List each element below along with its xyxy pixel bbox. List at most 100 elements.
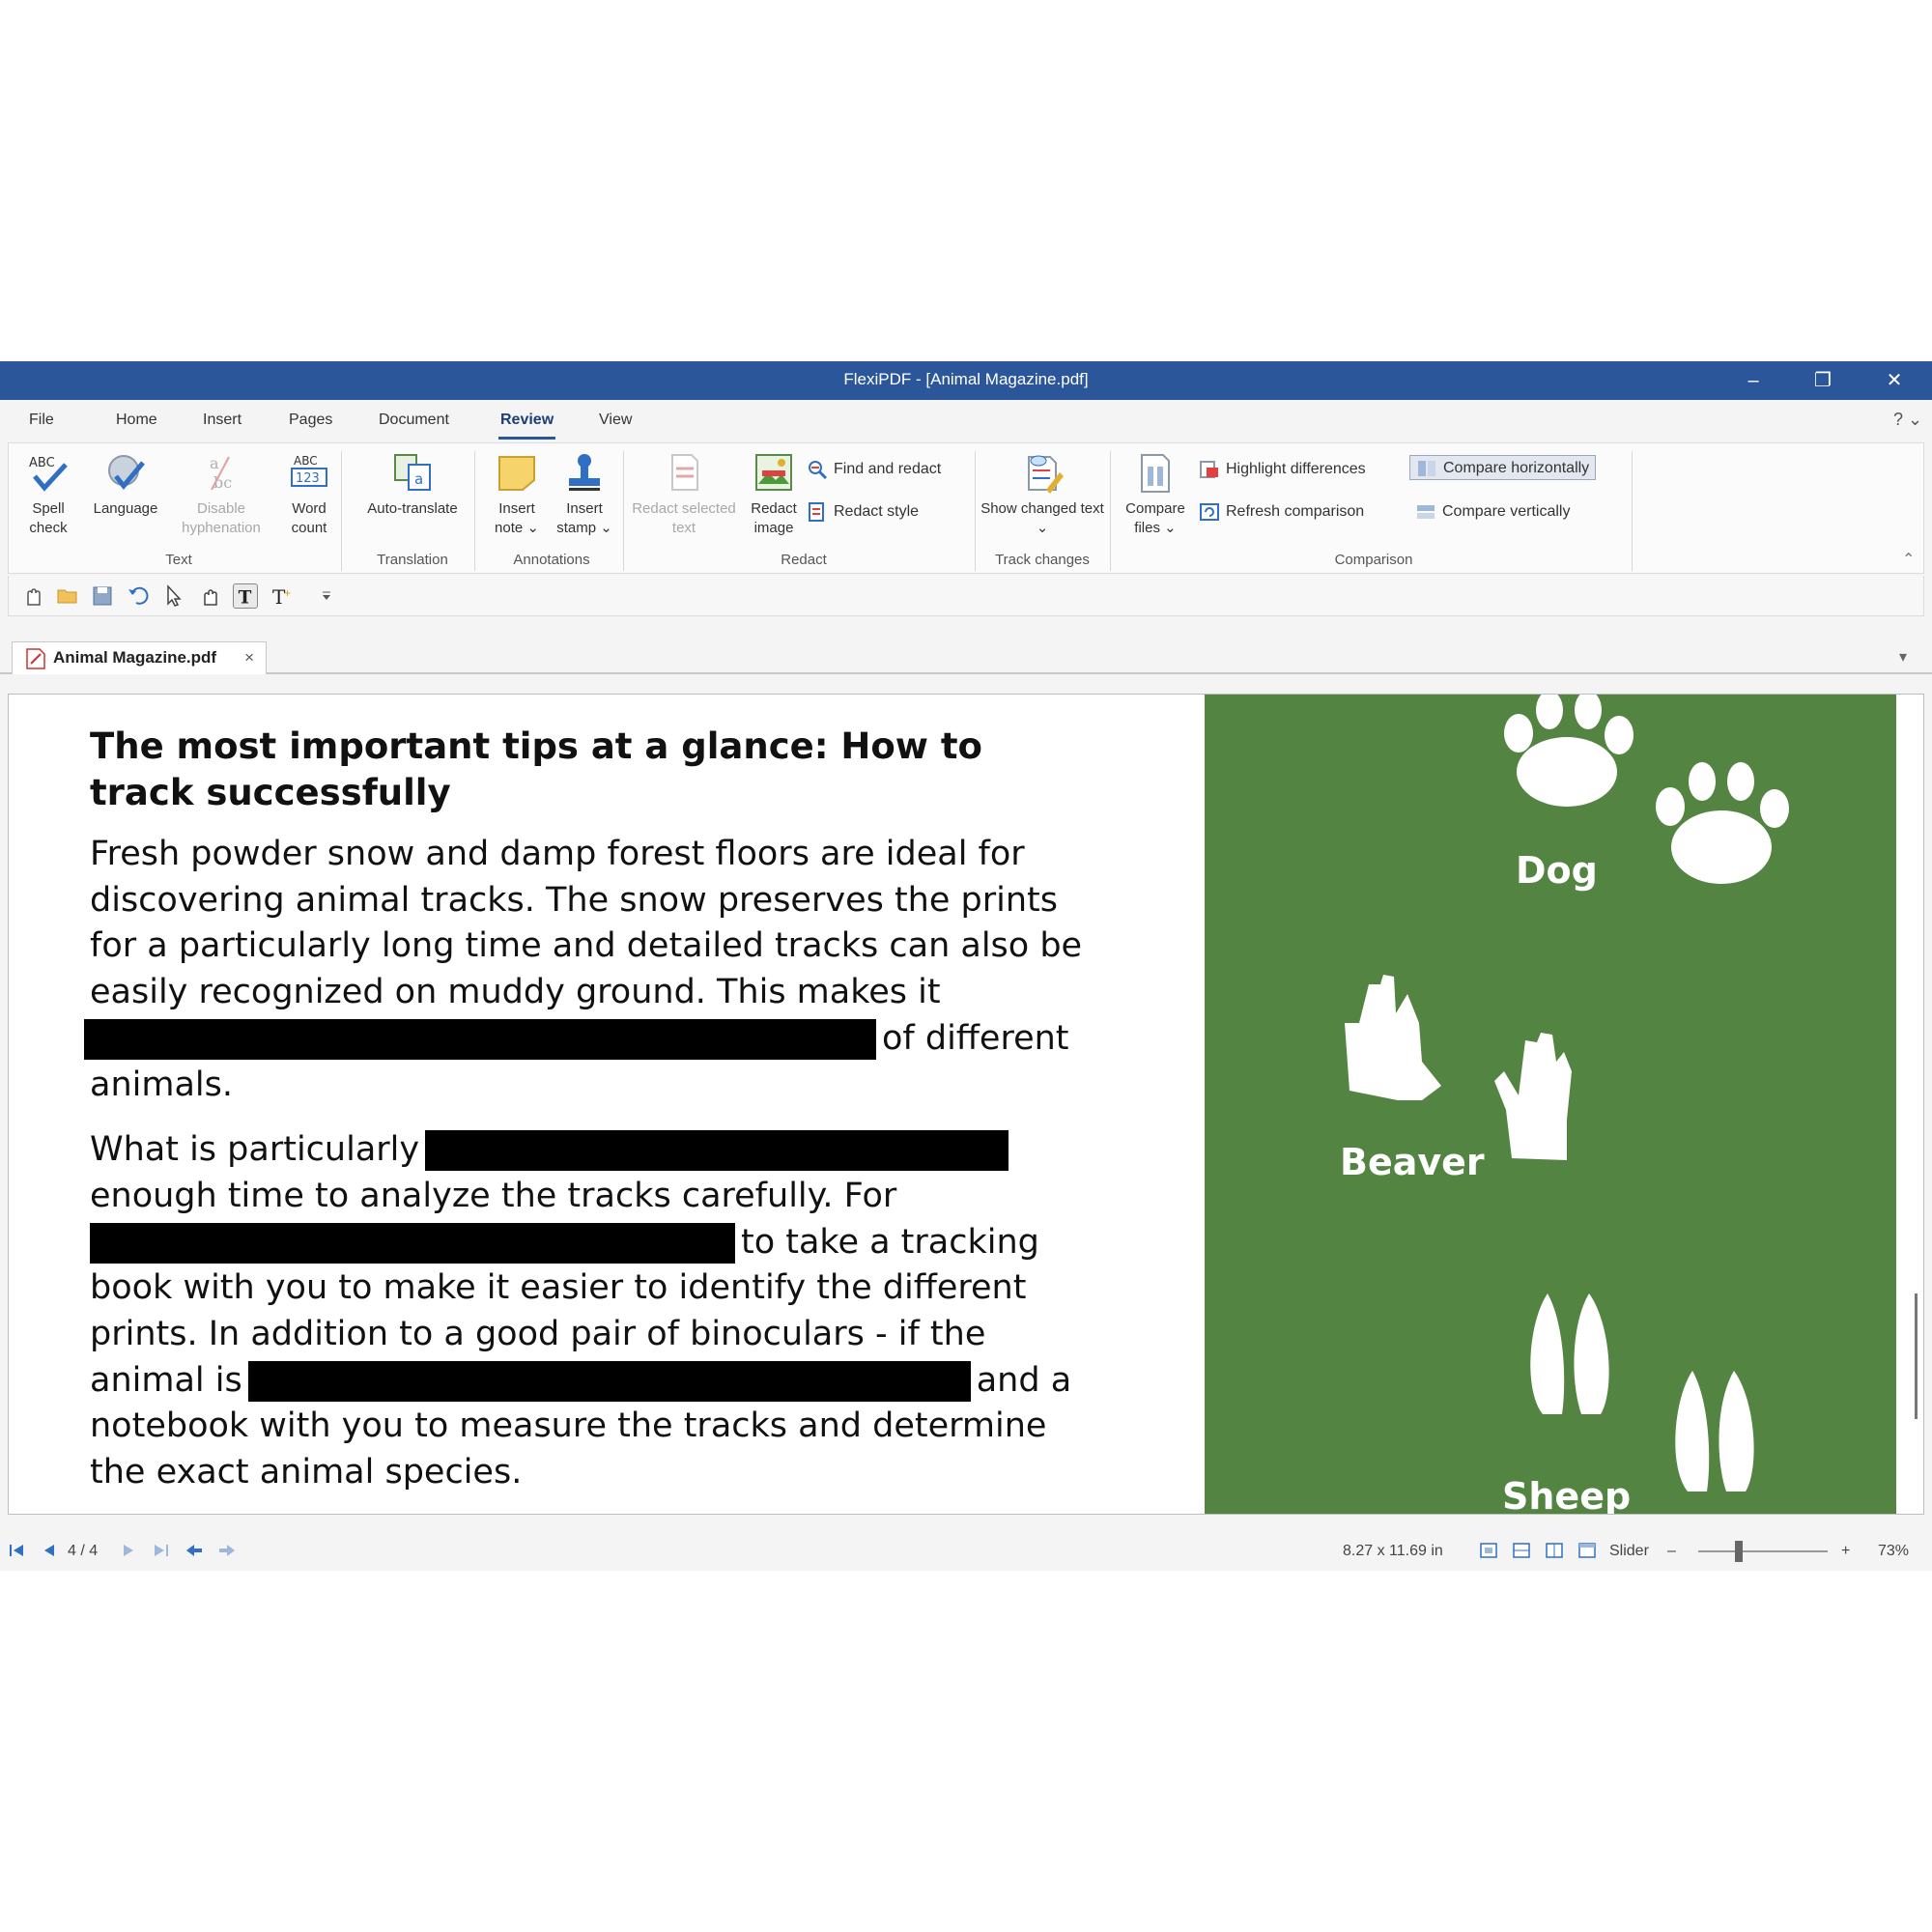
translate-icon: a — [394, 454, 431, 491]
tab-file[interactable]: File — [29, 412, 54, 429]
grab-hand-icon[interactable] — [198, 583, 223, 609]
close-button[interactable]: ✕ — [1861, 361, 1928, 400]
svg-text:+: + — [284, 586, 291, 600]
next-page-icon[interactable] — [118, 1540, 139, 1561]
text-edit-icon[interactable]: T — [233, 583, 258, 609]
redaction-bar — [84, 1018, 876, 1060]
group-separator — [1110, 451, 1111, 571]
first-page-icon[interactable] — [6, 1540, 27, 1561]
group-label-text: Text — [165, 552, 192, 568]
highlight-differences-button[interactable]: Highlight differences — [1199, 457, 1366, 482]
redact-image-icon — [755, 454, 792, 491]
hand-icon[interactable] — [20, 583, 45, 609]
previous-page-icon[interactable] — [39, 1540, 60, 1561]
compare-vertically-button[interactable]: Compare vertically — [1415, 499, 1570, 525]
tracks-drawing — [1345, 695, 1789, 1492]
save-icon[interactable] — [90, 583, 115, 609]
compare-files-button[interactable]: Compare files ⌄ — [1118, 451, 1193, 538]
svg-text:a: a — [210, 454, 219, 472]
language-button[interactable]: Language — [84, 451, 167, 519]
tab-overflow-icon[interactable]: ▾ — [1899, 647, 1907, 667]
tab-pages[interactable]: Pages — [289, 412, 332, 429]
customize-toolbar-icon[interactable] — [314, 583, 339, 609]
find-redact-icon — [809, 460, 828, 479]
ribbon-review: ABC Spell check Language a bc Disable hyp… — [8, 442, 1924, 574]
svg-text:a: a — [414, 470, 423, 488]
zoom-slider-thumb[interactable] — [1735, 1541, 1743, 1562]
document-tabs: Animal Magazine.pdf × ▾ — [0, 641, 1932, 674]
single-page-view-icon[interactable] — [1478, 1540, 1499, 1561]
zoom-mode-label[interactable]: Slider — [1609, 1543, 1649, 1560]
group-separator — [975, 451, 976, 571]
compare-files-icon — [1141, 454, 1170, 493]
scrollbar-thumb[interactable] — [1915, 1293, 1918, 1419]
word-count-icon: ABC 123 — [291, 454, 327, 487]
back-view-icon[interactable] — [184, 1540, 205, 1561]
beaver-label: Beaver — [1340, 1141, 1485, 1183]
zoom-out-button[interactable]: – — [1667, 1543, 1676, 1560]
redact-selected-text-button[interactable]: Redact selected text — [631, 451, 737, 538]
document-view[interactable]: The most important tips at a glance: How… — [8, 694, 1924, 1515]
paragraph-1: Fresh powder snow and damp forest floors… — [84, 832, 1094, 1108]
forward-view-icon[interactable] — [216, 1540, 238, 1561]
doc-tab-animal-magazine[interactable]: Animal Magazine.pdf × — [12, 641, 267, 674]
facing-view-icon[interactable] — [1544, 1540, 1565, 1561]
find-and-redact-button[interactable]: Find and redact — [807, 457, 941, 482]
group-separator — [1632, 451, 1633, 571]
spell-check-button[interactable]: ABC Spell check — [18, 451, 78, 538]
text-add-icon[interactable]: T+ — [270, 583, 295, 609]
zoom-slider-track[interactable] — [1698, 1550, 1828, 1552]
refresh-icon — [1200, 502, 1219, 521]
page-text-column: The most important tips at a glance: How… — [84, 724, 1094, 1514]
animal-tracks-illustration: Dog Beaver Sheep — [1205, 695, 1896, 1515]
insert-note-button[interactable]: Insert note ⌄ — [486, 451, 548, 538]
zoom-level: 73% — [1878, 1543, 1910, 1559]
show-changed-text-button[interactable]: Show changed text ⌄ — [980, 451, 1104, 538]
fit-width-view-icon[interactable] — [1577, 1540, 1598, 1561]
tab-insert[interactable]: Insert — [203, 412, 242, 429]
paragraph-2: What is particularly enough time to analy… — [90, 1130, 1072, 1492]
disable-hyphenation-button[interactable]: a bc Disable hyphenation — [167, 451, 275, 538]
insert-stamp-button[interactable]: Insert stamp ⌄ — [552, 451, 617, 538]
restore-button[interactable]: ❐ — [1789, 361, 1857, 400]
vertical-scrollbar[interactable] — [1906, 695, 1923, 1514]
page-size: 8.27 x 11.69 in — [1343, 1543, 1443, 1559]
redact-style-button[interactable]: Redact style — [807, 499, 919, 525]
minimize-button[interactable]: – — [1719, 361, 1787, 400]
select-cursor-icon[interactable] — [161, 583, 186, 609]
collapse-ribbon-icon[interactable]: ⌃ — [1902, 550, 1915, 569]
open-folder-icon[interactable] — [55, 583, 80, 609]
svg-text:ABC: ABC — [294, 454, 318, 468]
help-icon[interactable]: ? ⌄ — [1893, 410, 1922, 430]
tab-view[interactable]: View — [599, 412, 632, 429]
sheep-label: Sheep — [1502, 1475, 1632, 1515]
svg-text:ABC: ABC — [29, 456, 55, 470]
compare-horizontally-button[interactable]: Compare horizontally — [1409, 455, 1597, 480]
highlight-differences-icon — [1200, 460, 1218, 478]
status-bar: 4 / 4 8.27 x 11.69 in Slider – + 73% — [0, 1534, 1932, 1569]
word-count-button[interactable]: ABC 123 Word count — [279, 451, 339, 538]
redaction-bar — [247, 1360, 971, 1402]
continuous-view-icon[interactable] — [1511, 1540, 1532, 1561]
group-label-redact: Redact — [781, 552, 827, 568]
group-separator — [474, 451, 475, 571]
zoom-in-button[interactable]: + — [1841, 1543, 1850, 1560]
group-separator — [623, 451, 624, 571]
refresh-comparison-button[interactable]: Refresh comparison — [1199, 499, 1364, 525]
last-page-icon[interactable] — [151, 1540, 172, 1561]
undo-icon[interactable] — [125, 583, 150, 609]
pdf-file-icon — [26, 648, 45, 669]
redact-image-button[interactable]: Redact image — [739, 451, 809, 538]
tab-review[interactable]: Review — [497, 412, 556, 440]
svg-text:123: 123 — [296, 471, 320, 486]
quick-access-toolbar: T T + — [8, 576, 1924, 616]
title-bar: FlexiPDF - [Animal Magazine.pdf] – ❐ ✕ — [0, 361, 1932, 400]
auto-translate-button[interactable]: a Auto-translate — [349, 451, 476, 519]
close-tab-icon[interactable]: × — [244, 642, 254, 673]
group-label-translation: Translation — [377, 552, 448, 568]
redact-style-icon — [809, 501, 824, 522]
svg-text:T: T — [239, 587, 252, 608]
tab-home[interactable]: Home — [116, 412, 157, 429]
page-indicator[interactable]: 4 / 4 — [68, 1543, 98, 1560]
tab-document[interactable]: Document — [379, 412, 449, 429]
